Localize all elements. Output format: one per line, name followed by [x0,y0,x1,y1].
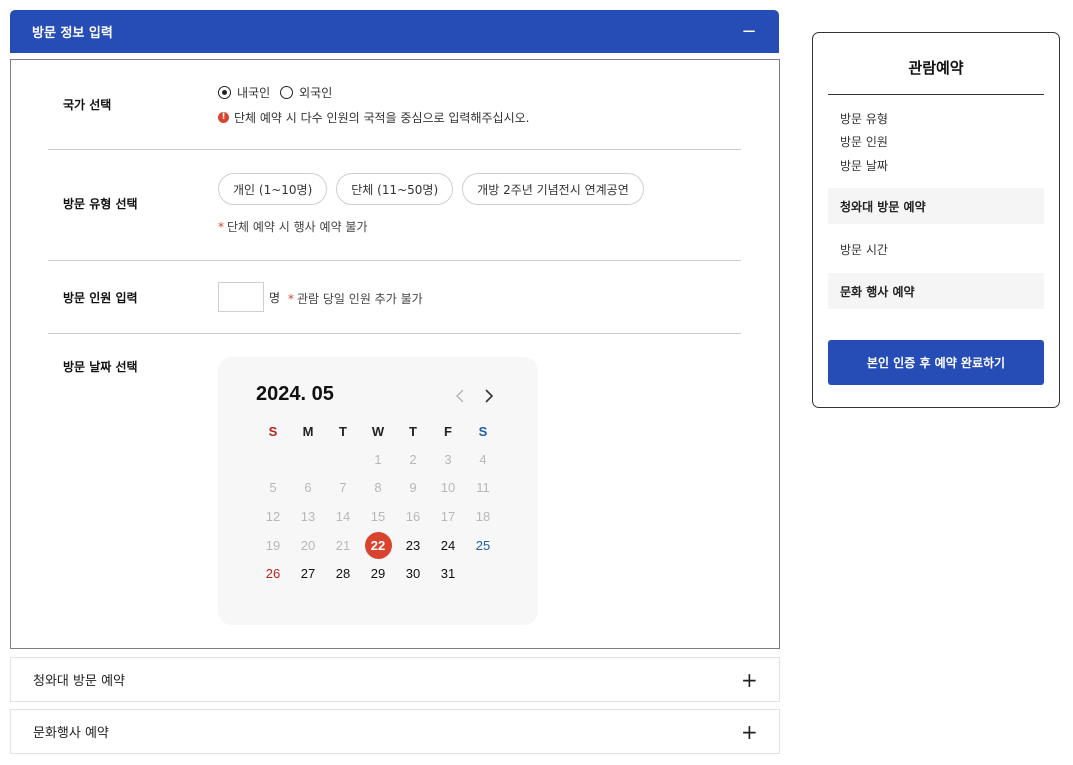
calendar-month-label: 2024. 05 [256,383,334,405]
summary-culture-band: 문화 행사 예약 [828,273,1044,309]
calendar-day: 12 [265,508,281,524]
calendar-day[interactable]: 27 [291,560,326,588]
visit-info-accordion-header[interactable]: 방문 정보 입력 − [10,10,779,53]
visit-type-group-button[interactable]: 단체 (11~50명) [336,173,454,205]
calendar-day[interactable]: 29 [361,560,396,588]
calendar-day: 10 [440,480,456,496]
calendar-day: 3 [444,451,452,467]
calendar-day: 9 [409,480,417,496]
calendar-day: 17 [440,508,456,524]
calendar-day[interactable]: 28 [326,560,361,588]
nationality-label: 국가 선택 [63,98,112,112]
calendar-day[interactable]: 26 [256,560,291,588]
radio-domestic-label: 내국인 [237,86,271,100]
calendar-weekday: S [268,423,278,439]
radio-checked-icon[interactable] [218,86,231,99]
calendar-day: 13 [300,508,316,524]
cheongwadae-accordion[interactable]: 청와대 방문 예약 + [10,657,780,702]
calendar-day: 2 [409,451,417,467]
calendar-day: 20 [300,537,316,553]
calendar-day[interactable]: 24 [431,531,466,559]
visitor-count-note: * 관람 당일 인원 추가 불가 [288,290,423,307]
expand-icon[interactable]: + [741,670,758,690]
summary-visit-count: 방문 인원 [840,135,888,149]
visit-info-title: 방문 정보 입력 [32,26,113,41]
calendar-day: 7 [339,480,347,496]
expand-icon[interactable]: + [741,722,758,742]
calendar-day: 21 [335,537,351,553]
calendar-weekday: T [339,423,347,439]
calendar-day: 14 [335,508,351,524]
reservation-summary: 관람예약 방문 유형 방문 인원 방문 날짜 청와대 방문 예약 방문 시간 문… [812,32,1060,408]
calendar-day: 6 [304,480,312,496]
summary-cheongwadae-band: 청와대 방문 예약 [828,188,1044,224]
visit-type-row: 방문 유형 선택 개인 (1~10명) 단체 (11~50명) 개방 2주년 기… [48,150,741,260]
visitor-count-unit: 명 [269,291,281,305]
calendar-weekday: S [478,423,488,439]
calendar-day[interactable]: 30 [396,560,431,588]
calendar-weekday: T [409,423,417,439]
summary-visit-type: 방문 유형 [840,112,888,126]
visit-date-label: 방문 날짜 선택 [63,360,138,374]
visit-type-chips: 개인 (1~10명) 단체 (11~50명) 개방 2주년 기념전시 연계공연 [218,173,653,205]
calendar-day: 5 [269,480,277,496]
nationality-notice-text: 단체 예약 시 다수 인원의 국적을 중심으로 입력해주십시오. [234,111,530,125]
calendar-day: 16 [405,508,421,524]
date-picker-calendar: 2024. 05 S M T W T F S 1 2 3 4 5 6 7 8 9 10 11 12 13 14 15 16 1… [218,357,538,625]
chevron-right-icon[interactable] [479,385,499,407]
visit-info-panel: 국가 선택 내국인 외국인 ! 단체 예약 시 다수 인원의 국적을 중심으로 … [10,59,780,649]
complete-reservation-button[interactable]: 본인 인증 후 예약 완료하기 [828,340,1044,385]
summary-visit-date: 방문 날짜 [840,159,888,173]
radio-domestic[interactable]: 내국인 [218,84,270,101]
chevron-left-icon[interactable] [450,385,470,407]
nationality-row: 국가 선택 내국인 외국인 ! 단체 예약 시 다수 인원의 국적을 중심으로 … [48,60,741,149]
required-star-icon: * [218,220,224,234]
calendar-day[interactable]: 31 [431,560,466,588]
visitor-count-note-text: 관람 당일 인원 추가 불가 [297,292,423,306]
calendar-weekday: W [371,423,385,439]
summary-visit-time: 방문 시간 [840,243,888,257]
culture-event-accordion[interactable]: 문화행사 예약 + [10,709,780,754]
calendar-day: 19 [265,537,281,553]
visit-type-event-button[interactable]: 개방 2주년 기념전시 연계공연 [462,173,644,205]
calendar-day[interactable]: 23 [396,531,431,559]
visitor-count-input[interactable] [218,282,264,312]
calendar-day[interactable]: 22 [361,531,396,560]
radio-foreign[interactable]: 외국인 [280,84,332,101]
calendar-day: 1 [374,451,382,467]
calendar-weekday: M [302,423,314,439]
visitor-count-label: 방문 인원 입력 [63,291,138,305]
culture-event-accordion-title: 문화행사 예약 [33,726,109,741]
calendar-day[interactable]: 25 [466,531,501,559]
calendar-weekday: F [444,423,452,439]
collapse-icon[interactable]: − [741,22,757,41]
summary-title: 관람예약 [908,59,964,77]
summary-divider [828,94,1044,95]
calendar-day: 4 [479,451,487,467]
nationality-notice: ! 단체 예약 시 다수 인원의 국적을 중심으로 입력해주십시오. [218,109,529,126]
calendar-day: 18 [475,508,491,524]
cheongwadae-accordion-title: 청와대 방문 예약 [33,674,125,689]
radio-foreign-label: 외국인 [299,86,333,100]
radio-unchecked-icon[interactable] [280,86,294,99]
visitor-count-row: 방문 인원 입력 명 * 관람 당일 인원 추가 불가 [48,261,741,334]
calendar-day: 15 [370,508,386,524]
warning-icon: ! [218,112,229,123]
visit-type-individual-button[interactable]: 개인 (1~10명) [218,173,328,205]
calendar-day: 8 [374,480,382,496]
required-star-icon: * [288,292,294,306]
nationality-radio-group: 내국인 외국인 [218,84,342,101]
calendar-day: 11 [476,480,490,496]
visit-type-note-text: 단체 예약 시 행사 예약 불가 [227,220,368,234]
visit-type-note: * 단체 예약 시 행사 예약 불가 [218,218,368,235]
visit-type-label: 방문 유형 선택 [63,197,138,211]
